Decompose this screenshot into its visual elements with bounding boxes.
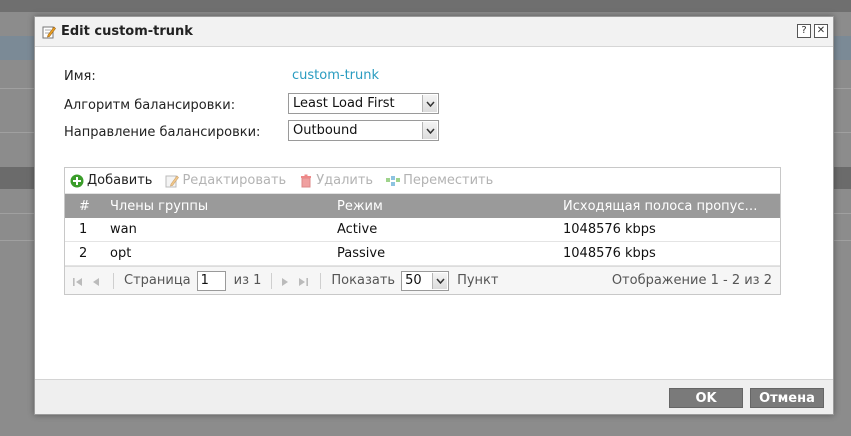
chevron-down-icon: [422, 122, 437, 139]
page-of-label: из 1: [233, 273, 262, 288]
edit-pencil-icon: [42, 25, 56, 39]
move-button[interactable]: Переместить: [386, 173, 493, 188]
page-size-select[interactable]: 50: [401, 270, 450, 291]
previous-page-icon[interactable]: [91, 276, 101, 286]
add-button[interactable]: Добавить: [70, 173, 152, 188]
row-member: opt: [110, 246, 132, 261]
dialog-title: Edit custom-trunk: [61, 24, 193, 39]
row-member: wan: [110, 222, 137, 237]
dialog-footer: OK Отмена: [35, 379, 833, 414]
page-number-input[interactable]: 1: [196, 270, 226, 291]
chevron-down-icon: [432, 272, 448, 289]
column-header-mode[interactable]: Режим: [332, 199, 558, 214]
cancel-button[interactable]: Отмена: [750, 388, 824, 408]
first-page-icon[interactable]: [73, 276, 83, 286]
algorithm-label: Алгоритм балансировки:: [64, 98, 236, 113]
delete-label: Удалить: [316, 173, 374, 188]
algorithm-select-value: Least Load First: [293, 96, 395, 111]
close-button[interactable]: ✕: [814, 24, 828, 38]
edit-trunk-dialog: Edit custom-trunk ? ✕ Имя: custom-trunk …: [34, 16, 834, 415]
table-header: # Члены группы Режим Исходящая полоса пр…: [65, 194, 780, 218]
next-page-icon[interactable]: [280, 276, 290, 286]
pagination-bar: Страница 1 из 1 Показать 50 Пункт Отобра…: [65, 266, 780, 294]
items-label: Пункт: [457, 273, 499, 288]
direction-select-value: Outbound: [293, 123, 358, 138]
pager-separator: [113, 272, 114, 289]
direction-label: Направление балансировки:: [64, 125, 261, 140]
table-row[interactable]: 1 wan Active 1048576 kbps: [65, 218, 780, 242]
row-number: 2: [79, 246, 88, 261]
name-label: Имя:: [64, 69, 96, 84]
dialog-titlebar[interactable]: Edit custom-trunk ? ✕: [35, 17, 833, 47]
move-label: Переместить: [403, 173, 494, 188]
page-label: Страница: [124, 273, 191, 288]
display-count: Отображение 1 - 2 из 2: [611, 273, 772, 288]
edit-label: Редактировать: [182, 173, 287, 188]
add-icon: [70, 174, 84, 188]
row-mode: Active: [337, 222, 378, 237]
column-header-bandwidth[interactable]: Исходящая полоса пропус…: [558, 199, 780, 214]
table-row[interactable]: 2 opt Passive 1048576 kbps: [65, 242, 780, 266]
pager-separator: [320, 272, 322, 289]
edit-icon: [165, 174, 180, 188]
background-app-bar: [0, 0, 851, 12]
grid-toolbar: Добавить Редактировать Удалить Перемести…: [65, 168, 780, 194]
row-mode: Passive: [337, 246, 386, 261]
delete-button[interactable]: Удалить: [299, 173, 373, 188]
name-value: custom-trunk: [292, 68, 380, 83]
pager-separator: [271, 272, 273, 289]
column-header-number[interactable]: #: [65, 199, 105, 214]
ok-button[interactable]: OK: [669, 388, 743, 408]
page-size-value: 50: [405, 272, 422, 288]
algorithm-select[interactable]: Least Load First: [288, 93, 439, 114]
row-number: 1: [79, 222, 88, 237]
direction-select[interactable]: Outbound: [288, 120, 439, 141]
row-bandwidth: 1048576 kbps: [563, 222, 656, 237]
last-page-icon[interactable]: [298, 276, 309, 286]
row-bandwidth: 1048576 kbps: [563, 246, 656, 261]
column-header-members[interactable]: Члены группы: [105, 199, 332, 214]
members-grid: Добавить Редактировать Удалить Перемести…: [64, 167, 781, 295]
show-label: Показать: [331, 273, 396, 288]
edit-button[interactable]: Редактировать: [165, 173, 286, 188]
move-icon: [386, 174, 401, 188]
chevron-down-icon: [422, 95, 437, 112]
add-label: Добавить: [87, 173, 153, 188]
trash-icon: [299, 174, 313, 188]
help-button[interactable]: ?: [797, 24, 811, 38]
